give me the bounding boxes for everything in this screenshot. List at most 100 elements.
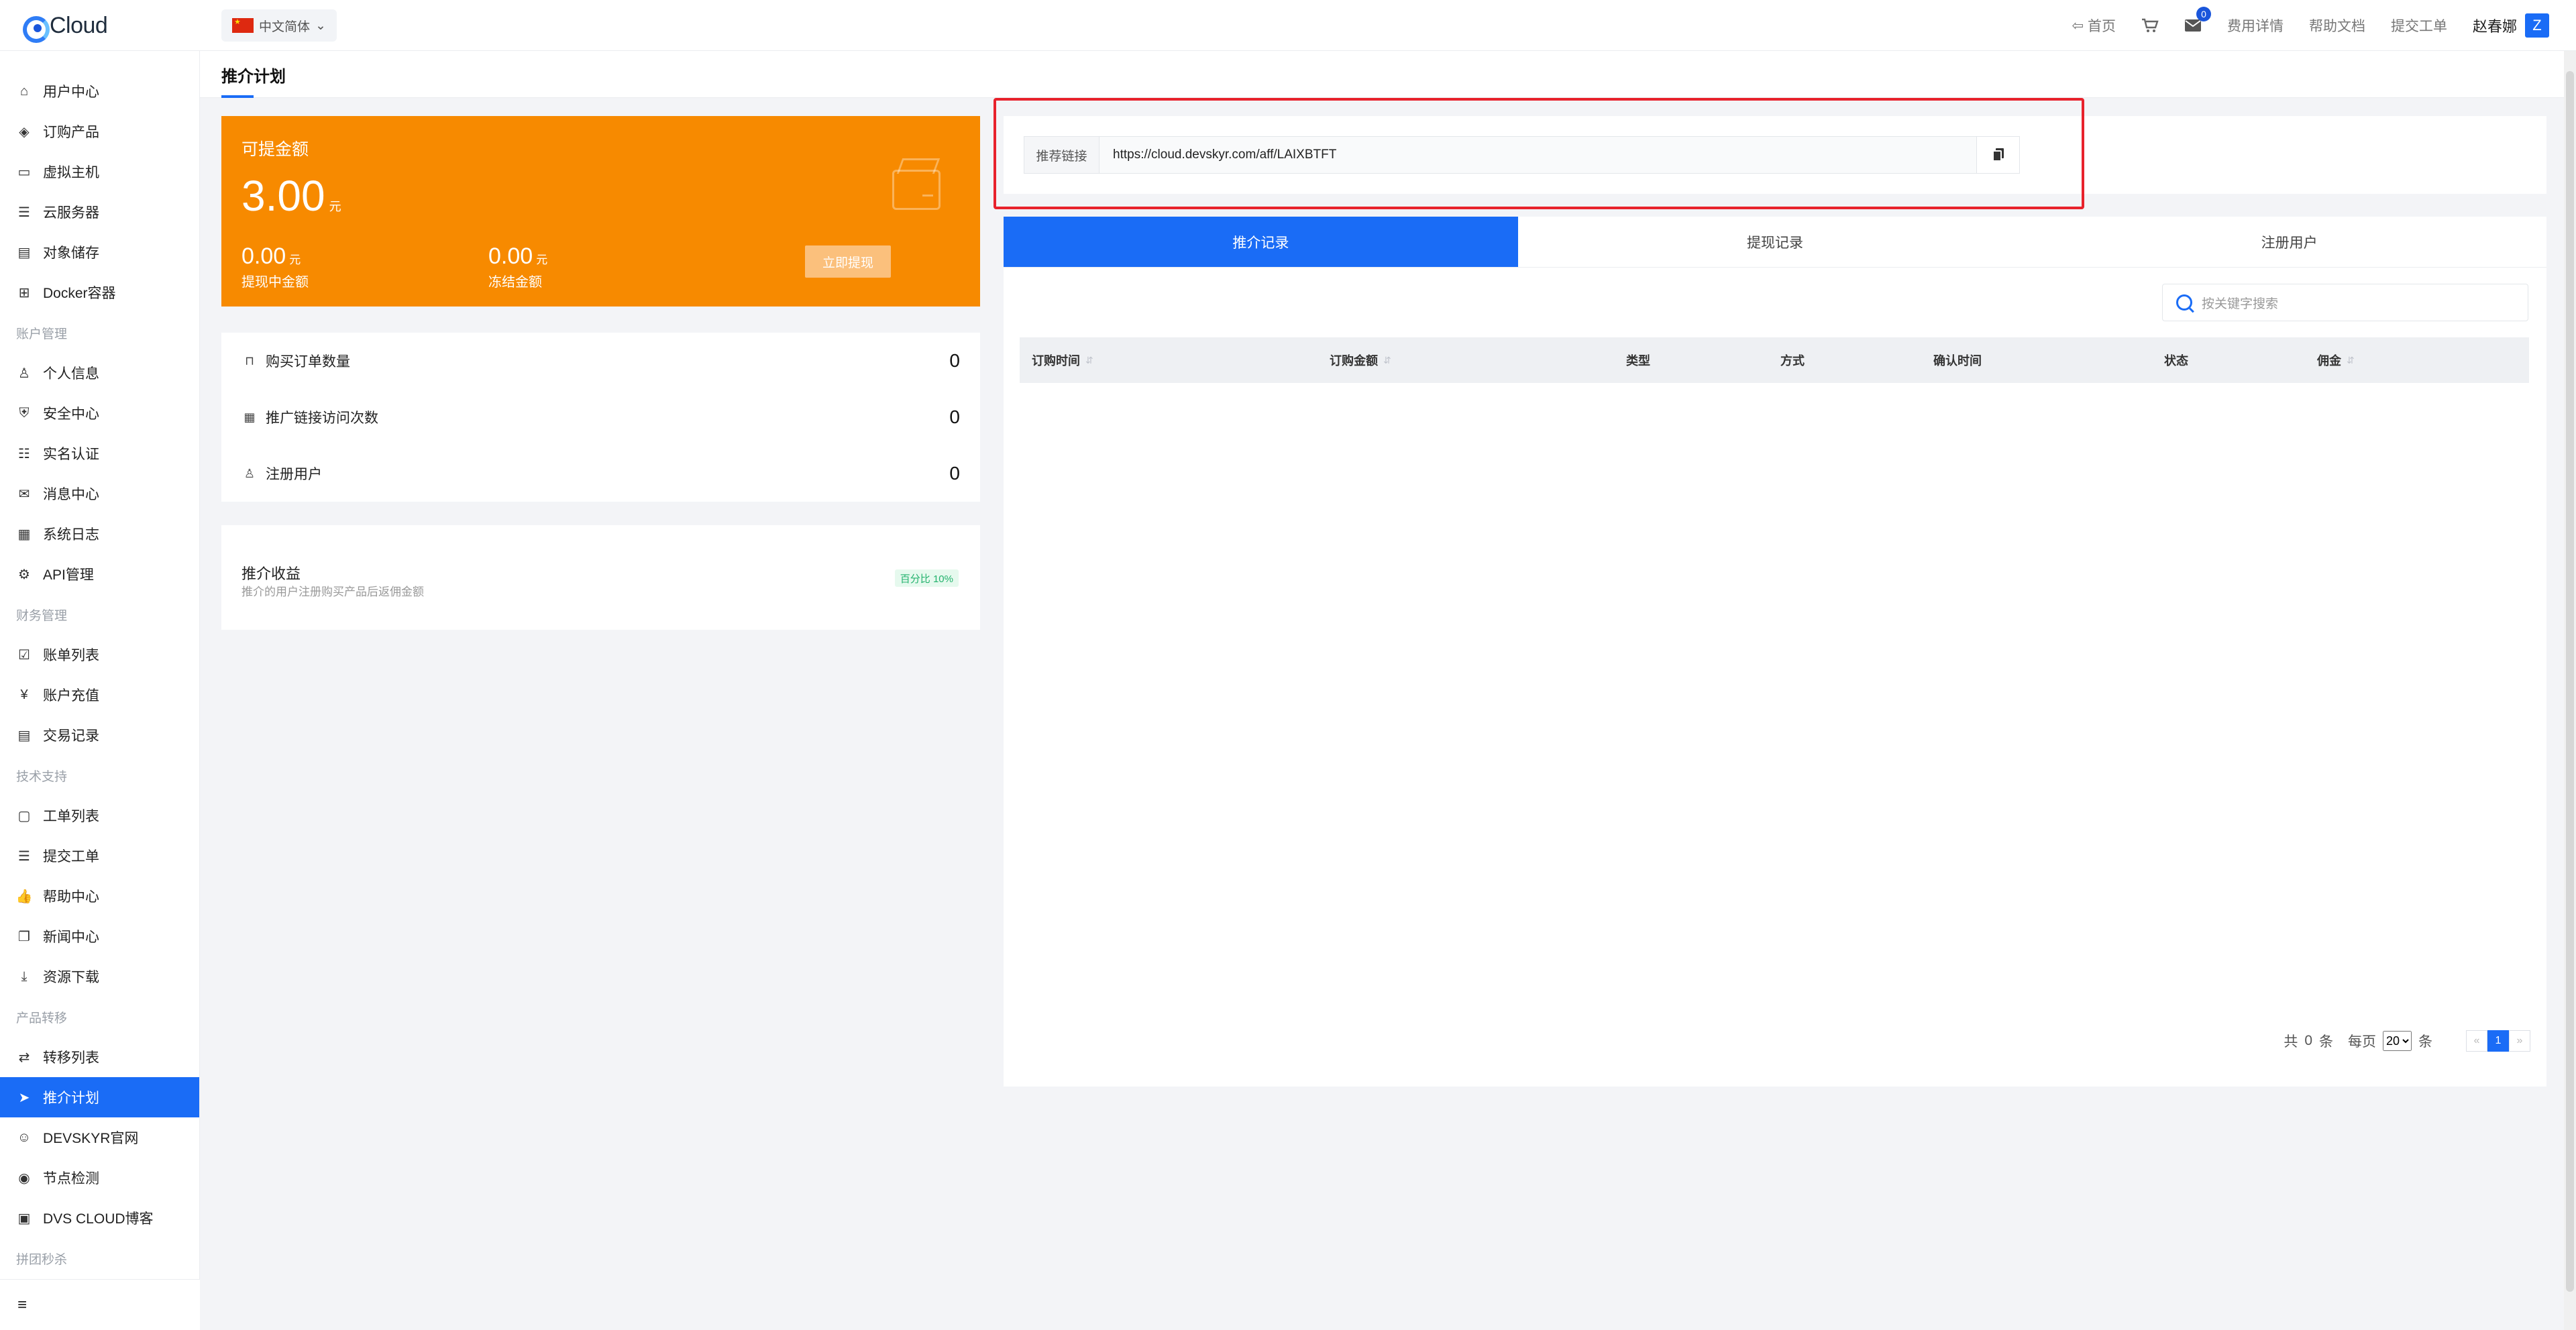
sidebar-item-transactions[interactable]: ▤ 交易记录 xyxy=(0,715,199,755)
sidebar-item-virtual-host[interactable]: ▭ 虚拟主机 xyxy=(0,152,199,192)
sidebar-item-label: 系统日志 xyxy=(43,527,99,543)
sidebar-item-transfer-list[interactable]: ⇄ 转移列表 xyxy=(0,1037,199,1077)
sidebar-item-news[interactable]: ❐ 新闻中心 xyxy=(0,916,199,956)
sidebar-item-tickets[interactable]: ▢ 工单列表 xyxy=(0,795,199,836)
checklist-icon: ☑ xyxy=(18,647,30,663)
user-menu[interactable]: 赵春娜 xyxy=(2473,15,2517,36)
commission-rate-badge: 百分比 10% xyxy=(894,569,959,587)
sidebar-item-recharge[interactable]: ¥ 账户充值 xyxy=(0,675,199,715)
prev-page-button[interactable]: « xyxy=(2466,1030,2487,1052)
total-prefix: 共 xyxy=(2284,1034,2298,1050)
avatar[interactable]: Z xyxy=(2525,13,2549,38)
scrollbar-thumb[interactable] xyxy=(2566,71,2574,1292)
sort-icon: ⇵ xyxy=(1383,354,1391,366)
sidebar-item-profile[interactable]: ♙ 个人信息 xyxy=(0,353,199,393)
sidebar-menu: ⌂ 用户中心 ◈ 订购产品 ▭ 虚拟主机 ☰ 云服务器 ▤ 对象储存 ⊞ Docker容器 … xyxy=(0,51,199,1278)
submit-ticket-link[interactable]: 提交工单 xyxy=(2391,15,2447,36)
sidebar-item-object-storage[interactable]: ▤ 对象储存 xyxy=(0,232,199,272)
download-icon: ⤓ xyxy=(21,968,28,984)
shield-icon: ⛨ xyxy=(19,405,30,421)
chevron-down-icon: ⌄ xyxy=(315,18,326,33)
messages-button[interactable]: 0 xyxy=(2184,7,2211,32)
sidebar-item-label: 个人信息 xyxy=(43,366,99,382)
drive-icon: ▭ xyxy=(17,164,31,180)
language-selector[interactable]: 中文简体 ⌄ xyxy=(221,9,337,42)
language-label: 中文简体 xyxy=(259,19,311,34)
balance-label: 可提金额 xyxy=(241,140,309,159)
sidebar-item-order-products[interactable]: ◈ 订购产品 xyxy=(0,111,199,152)
balance-unit: 元 xyxy=(329,200,341,213)
cart-button[interactable] xyxy=(2141,17,2159,34)
sidebar-item-messages[interactable]: ✉ 消息中心 xyxy=(0,474,199,514)
sidebar-item-node-check[interactable]: ◉ 节点检测 xyxy=(0,1158,199,1198)
records-tabs: 推介记录 提现记录 注册用户 xyxy=(1004,217,2546,268)
sidebar-item-downloads[interactable]: ⤓ 资源下载 xyxy=(0,956,199,997)
brand-name: Cloud xyxy=(50,12,108,38)
per-page-suffix: 条 xyxy=(2418,1034,2432,1050)
sidebar-item-bills[interactable]: ☑ 账单列表 xyxy=(0,634,199,675)
sidebar-item-cloud-server[interactable]: ☰ 云服务器 xyxy=(0,192,199,232)
sidebar-item-label: 推介计划 xyxy=(43,1091,99,1106)
page-scrollbar[interactable] xyxy=(2564,51,2576,1330)
column-status: 状态 xyxy=(2164,351,2188,369)
pending-label: 提现中金额 xyxy=(241,275,309,290)
home-link[interactable]: ⇦ 首页 xyxy=(2072,15,2116,36)
sort-icon: ⇵ xyxy=(1085,354,1093,366)
sidebar-item-label: DEVSKYR官网 xyxy=(43,1131,139,1146)
sidebar-item-system-log[interactable]: ▦ 系统日志 xyxy=(0,514,199,554)
column-label: 订购时间 xyxy=(1032,354,1080,368)
sidebar-item-user-center[interactable]: ⌂ 用户中心 xyxy=(0,71,199,111)
tab-withdrawal-records[interactable]: 提现记录 xyxy=(1518,217,2033,267)
sidebar-item-devskyr-site[interactable]: ☺ DEVSKYR官网 xyxy=(0,1117,199,1158)
sidebar-item-label: 对象储存 xyxy=(43,245,99,261)
news-icon: ❐ xyxy=(18,929,30,944)
sidebar-item-label: 节点检测 xyxy=(43,1171,99,1186)
earnings-description: 推介的用户注册购买产品后返佣金额 xyxy=(241,586,424,598)
sidebar-item-help[interactable]: 👍 帮助中心 xyxy=(0,876,199,916)
withdraw-button[interactable]: 立即提现 xyxy=(805,245,891,278)
wallet-icon xyxy=(892,170,941,210)
sidebar-item-blog[interactable]: ▣ DVS CLOUD博客 xyxy=(0,1198,199,1238)
sidebar-item-referral[interactable]: ➤ 推介计划 xyxy=(0,1077,199,1117)
total-suffix: 条 xyxy=(2319,1034,2333,1050)
user-icon: ♙ xyxy=(244,466,256,480)
tab-referral-records[interactable]: 推介记录 xyxy=(1004,217,1518,267)
sidebar-item-label: 资源下载 xyxy=(43,970,99,985)
sidebar-item-verification[interactable]: ☷ 实名认证 xyxy=(0,433,199,474)
pagination: 共 0 条 每页 20 条 « 1 » xyxy=(2284,1030,2530,1052)
sidebar-collapse-button[interactable]: ≡ xyxy=(0,1279,200,1330)
column-commission[interactable]: 佣金 ⇵ xyxy=(2317,351,2355,369)
total-count: 0 xyxy=(2304,1033,2312,1048)
column-method: 方式 xyxy=(1780,351,1805,369)
sidebar-item-submit-ticket[interactable]: ☰ 提交工单 xyxy=(0,836,199,876)
tab-registered-users[interactable]: 注册用户 xyxy=(2032,217,2546,267)
balance-amount: 3.00 xyxy=(241,172,325,220)
home-icon: ⌂ xyxy=(19,83,29,99)
cube-icon: ◈ xyxy=(19,124,30,140)
fees-link[interactable]: 费用详情 xyxy=(2227,15,2284,36)
frozen-unit: 元 xyxy=(536,254,548,266)
brand-logo[interactable]: Cloud xyxy=(21,12,108,43)
pending-withdrawal: 0.00 元 提现中金额 xyxy=(241,243,309,290)
next-page-button[interactable]: » xyxy=(2509,1030,2530,1052)
sidebar-item-api[interactable]: ⚙ API管理 xyxy=(0,554,199,594)
sidebar-item-security[interactable]: ⛨ 安全中心 xyxy=(0,393,199,433)
menu-icon: ≡ xyxy=(17,1295,28,1314)
bag-icon: ⊓ xyxy=(244,353,255,368)
search-input[interactable]: 按关键字搜索 xyxy=(2162,284,2528,321)
column-type: 类型 xyxy=(1626,351,1650,369)
server-icon: ☰ xyxy=(18,205,30,220)
page-number-button[interactable]: 1 xyxy=(2487,1030,2509,1052)
per-page-select[interactable]: 20 xyxy=(2383,1031,2412,1051)
gear-icon: ⚙ xyxy=(18,567,30,582)
search-placeholder: 按关键字搜索 xyxy=(2202,296,2279,311)
stat-label: 推广链接访问次数 xyxy=(266,410,378,426)
sidebar-item-label: 转移列表 xyxy=(43,1050,99,1066)
docs-link[interactable]: 帮助文档 xyxy=(2309,15,2365,36)
column-order-amount[interactable]: 订购金额 ⇵ xyxy=(1330,351,1391,369)
column-label: 佣金 xyxy=(2317,354,2341,368)
sidebar-item-docker[interactable]: ⊞ Docker容器 xyxy=(0,272,199,313)
chat-icon: ▢ xyxy=(17,808,31,824)
sidebar-item-label: 消息中心 xyxy=(43,487,99,502)
column-order-time[interactable]: 订购时间 ⇵ xyxy=(1032,351,1093,369)
